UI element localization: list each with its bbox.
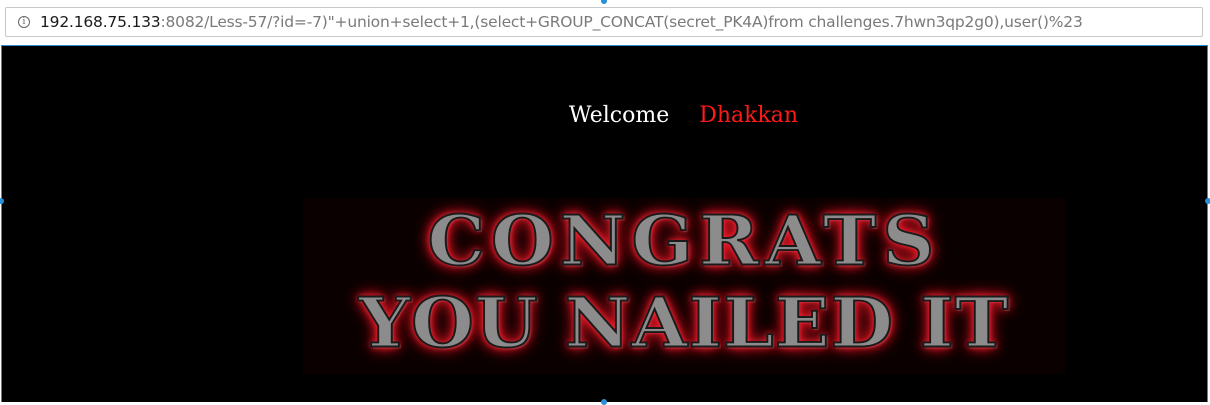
user-name: Dhakkan <box>699 103 799 128</box>
url-text[interactable]: 192.168.75.133:8082/Less-57/?id=-7)"+uni… <box>40 13 1083 31</box>
resize-handle-bottom[interactable] <box>601 399 607 405</box>
page-viewport: Welcome Dhakkan CONGRATS YOU NAILED IT <box>1 45 1208 402</box>
resize-handle-top[interactable] <box>601 0 607 4</box>
congrats-banner-image: CONGRATS YOU NAILED IT <box>303 198 1065 374</box>
resize-handle-right[interactable] <box>1205 198 1210 204</box>
banner-line-congrats: CONGRATS <box>427 199 941 282</box>
welcome-message: Welcome Dhakkan <box>2 103 1207 128</box>
url-path: :8082/Less-57/?id=-7)"+union+select+1,(s… <box>160 13 1083 31</box>
welcome-label: Welcome <box>568 103 670 128</box>
address-bar[interactable]: i 192.168.75.133:8082/Less-57/?id=-7)"+u… <box>5 7 1203 37</box>
url-host: 192.168.75.133 <box>40 13 161 31</box>
banner-line-nailed-it: YOU NAILED IT <box>358 281 1010 364</box>
info-icon[interactable]: i <box>18 16 30 28</box>
